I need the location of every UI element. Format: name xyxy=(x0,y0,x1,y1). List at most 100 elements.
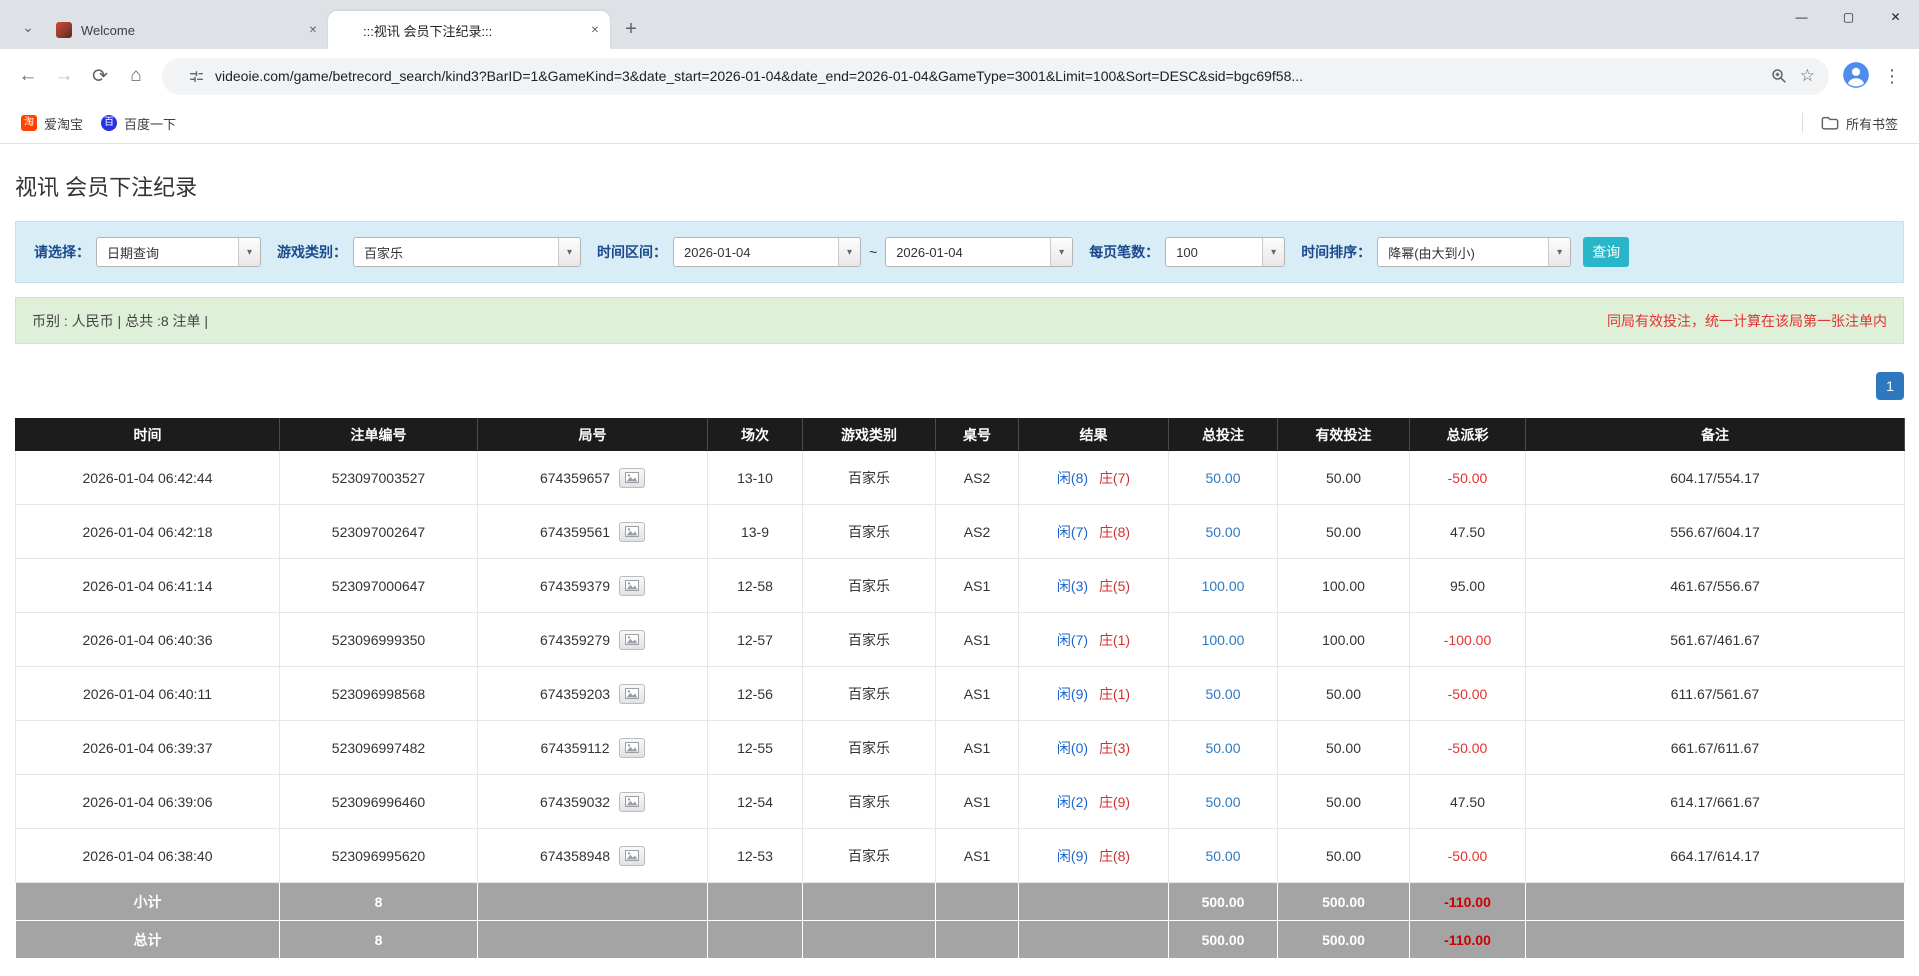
grand-total-valid-bet: 500.00 xyxy=(1278,921,1410,959)
page-number-button[interactable]: 1 xyxy=(1876,372,1904,400)
cell-time: 2026-01-04 06:41:14 xyxy=(16,559,280,613)
mode-select[interactable]: 日期查询 ▾ xyxy=(96,237,261,267)
browser-tab-betrecord[interactable]: :::视讯 会员下注纪录::: ✕ xyxy=(328,11,610,49)
search-button[interactable]: 查询 xyxy=(1583,237,1629,267)
header-game-kind: 游戏类别 xyxy=(803,419,936,451)
home-button[interactable]: ⌂ xyxy=(118,58,154,94)
subtotal-label: 小计 xyxy=(16,883,280,921)
total-bet-link[interactable]: 50.00 xyxy=(1205,470,1240,486)
cell-time: 2026-01-04 06:39:06 xyxy=(16,775,280,829)
valid-bet-notice: 同局有效投注，统一计算在该局第一张注单内 xyxy=(1607,311,1887,331)
round-id-text: 674359032 xyxy=(540,794,610,810)
total-bet-link[interactable]: 100.00 xyxy=(1202,578,1245,594)
cell-valid-bet: 50.00 xyxy=(1278,721,1410,775)
cell-note: 556.67/604.17 xyxy=(1526,505,1905,559)
cell-session: 12-56 xyxy=(708,667,803,721)
result-banker: 庄(5) xyxy=(1099,578,1130,594)
chevron-down-icon: ▾ xyxy=(1262,238,1284,266)
total-bet-link[interactable]: 50.00 xyxy=(1205,686,1240,702)
close-window-button[interactable]: ✕ xyxy=(1872,0,1919,34)
round-result-image-button[interactable] xyxy=(619,522,645,542)
total-bet-link[interactable]: 50.00 xyxy=(1205,794,1240,810)
cell-game-kind: 百家乐 xyxy=(803,613,936,667)
tab-title: Welcome xyxy=(81,23,298,38)
tab-close-icon[interactable]: ✕ xyxy=(304,21,322,39)
sort-select[interactable]: 降幂(由大到小) ▾ xyxy=(1377,237,1571,267)
currency-total-text: 币别 : 人民币 | 总共 :8 注单 | xyxy=(32,311,208,331)
cell-note: 614.17/661.67 xyxy=(1526,775,1905,829)
cell-time: 2026-01-04 06:40:36 xyxy=(16,613,280,667)
profile-avatar[interactable] xyxy=(1841,61,1871,91)
bookmark-baidu[interactable]: 百 百度一下 xyxy=(92,110,185,137)
back-button[interactable]: ← xyxy=(10,58,46,94)
result-player: 闲(9) xyxy=(1057,848,1088,864)
subtotal-count: 8 xyxy=(280,883,478,921)
subtotal-row: 小计 8 500.00 500.00 -110.00 xyxy=(16,883,1905,921)
grand-total-total-bet: 500.00 xyxy=(1169,921,1278,959)
grand-total-count: 8 xyxy=(280,921,478,959)
summary-bar: 币别 : 人民币 | 总共 :8 注单 | 同局有效投注，统一计算在该局第一张注… xyxy=(15,297,1904,344)
cell-payout: -100.00 xyxy=(1410,613,1526,667)
round-id-text: 674359279 xyxy=(540,632,610,648)
cell-result: 闲(7) 庄(1) xyxy=(1019,613,1169,667)
cell-bet-id: 523097000647 xyxy=(280,559,478,613)
forward-button[interactable]: → xyxy=(46,58,82,94)
address-bar[interactable]: videoie.com/game/betrecord_search/kind3?… xyxy=(162,58,1829,95)
cell-note: 661.67/611.67 xyxy=(1526,721,1905,775)
new-tab-button[interactable]: + xyxy=(616,14,646,44)
round-result-image-button[interactable] xyxy=(619,630,645,650)
cell-round: 674359032 xyxy=(478,775,708,829)
round-result-image-button[interactable] xyxy=(619,738,645,758)
cell-table-no: AS2 xyxy=(936,451,1019,505)
date-end-select[interactable]: 2026-01-04 ▾ xyxy=(885,237,1073,267)
cell-bet-id: 523096997482 xyxy=(280,721,478,775)
round-result-image-button[interactable] xyxy=(619,576,645,596)
minimize-button[interactable]: — xyxy=(1778,0,1825,34)
cell-table-no: AS1 xyxy=(936,721,1019,775)
table-body: 2026-01-04 06:42:44 523097003527 6743596… xyxy=(16,451,1905,883)
reload-button[interactable]: ⟳ xyxy=(82,58,118,94)
cell-valid-bet: 50.00 xyxy=(1278,829,1410,883)
cell-session: 13-9 xyxy=(708,505,803,559)
result-player: 闲(2) xyxy=(1057,794,1088,810)
bookmark-star-icon[interactable]: ☆ xyxy=(1800,66,1815,86)
total-bet-link[interactable]: 50.00 xyxy=(1205,524,1240,540)
round-id-text: 674359657 xyxy=(540,470,610,486)
tab-close-icon[interactable]: ✕ xyxy=(586,21,604,39)
result-banker: 庄(9) xyxy=(1099,794,1130,810)
zoom-icon[interactable] xyxy=(1770,67,1788,85)
game-kind-select[interactable]: 百家乐 ▾ xyxy=(353,237,581,267)
round-result-image-button[interactable] xyxy=(619,468,645,488)
cell-round: 674359379 xyxy=(478,559,708,613)
header-bet-id: 注单编号 xyxy=(280,419,478,451)
round-result-image-button[interactable] xyxy=(619,684,645,704)
round-result-image-button[interactable] xyxy=(619,792,645,812)
date-start-select[interactable]: 2026-01-04 ▾ xyxy=(673,237,861,267)
round-id-text: 674359379 xyxy=(540,578,610,594)
all-bookmarks-button[interactable]: 所有书签 xyxy=(1812,110,1907,137)
cell-result: 闲(0) 庄(3) xyxy=(1019,721,1169,775)
cell-bet-id: 523096999350 xyxy=(280,613,478,667)
cell-valid-bet: 50.00 xyxy=(1278,451,1410,505)
browser-menu-icon[interactable]: ⋮ xyxy=(1875,59,1909,93)
cell-payout: 47.50 xyxy=(1410,505,1526,559)
total-bet-link[interactable]: 50.00 xyxy=(1205,848,1240,864)
per-page-select[interactable]: 100 ▾ xyxy=(1165,237,1285,267)
date-range-label: 时间区间： xyxy=(597,242,667,262)
browser-tab-welcome[interactable]: Welcome ✕ xyxy=(46,11,328,49)
tab-search-button[interactable]: ⌄ xyxy=(14,13,42,41)
site-settings-icon[interactable] xyxy=(188,68,205,85)
round-result-image-button[interactable] xyxy=(619,846,645,866)
table-row: 2026-01-04 06:41:14 523097000647 6743593… xyxy=(16,559,1905,613)
bookmark-aitaobao[interactable]: 淘 爱淘宝 xyxy=(12,110,92,137)
maximize-button[interactable]: ▢ xyxy=(1825,0,1872,34)
cell-time: 2026-01-04 06:42:44 xyxy=(16,451,280,505)
round-id-text: 674358948 xyxy=(540,848,610,864)
total-bet-link[interactable]: 100.00 xyxy=(1202,632,1245,648)
result-banker: 庄(1) xyxy=(1099,686,1130,702)
table-row: 2026-01-04 06:40:11 523096998568 6743592… xyxy=(16,667,1905,721)
bookmarks-bar: 淘 爱淘宝 百 百度一下 所有书签 xyxy=(0,103,1919,144)
subtotal-total-bet: 500.00 xyxy=(1169,883,1278,921)
total-bet-link[interactable]: 50.00 xyxy=(1205,740,1240,756)
cell-total-bet: 100.00 xyxy=(1169,559,1278,613)
